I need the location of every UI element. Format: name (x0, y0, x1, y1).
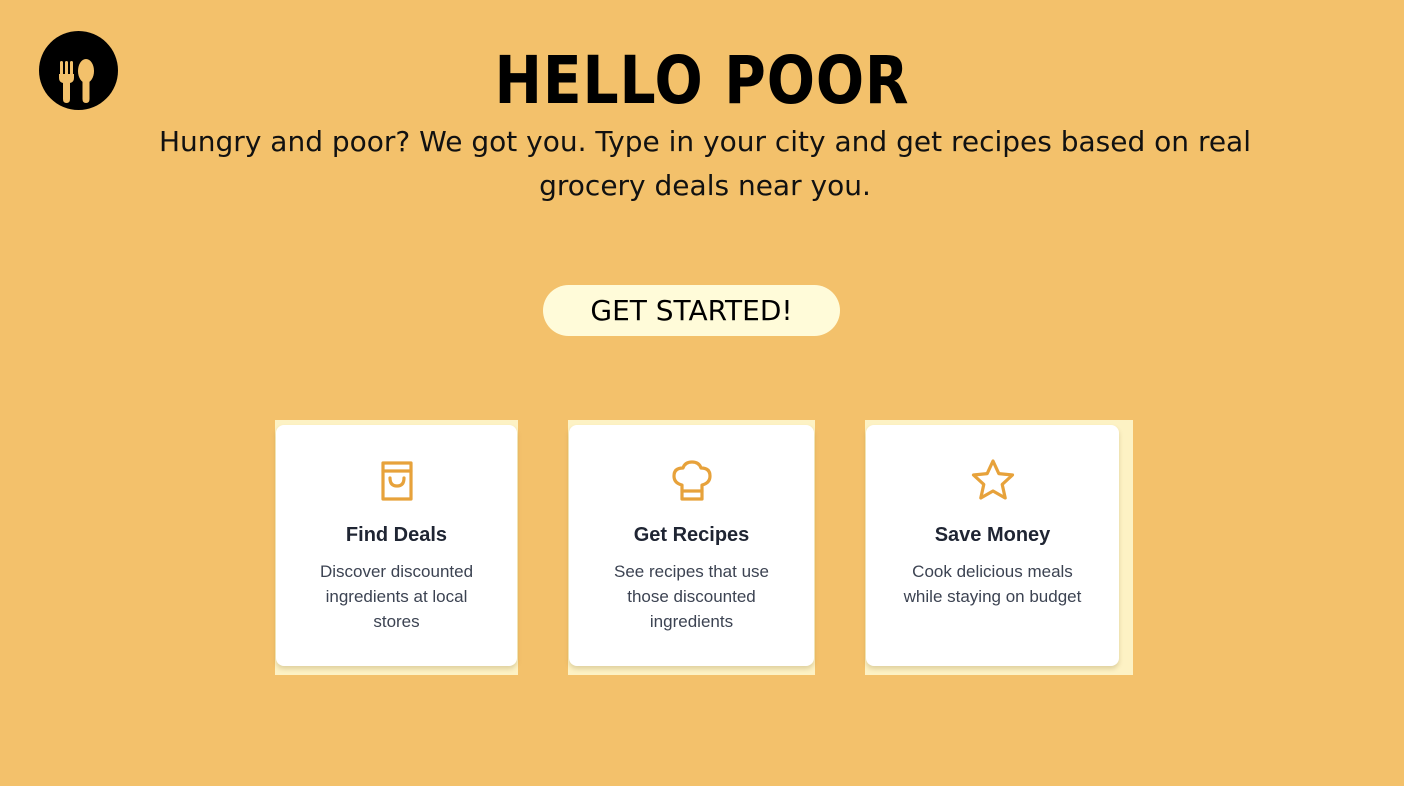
tagline-line-1: Hungry and poor? We got you. Type in you… (158, 125, 1251, 158)
feature-title: Save Money (934, 524, 1051, 546)
chef-hat-icon (671, 460, 712, 501)
tagline: Hungry and poor? We got you. Type in you… (130, 120, 1280, 208)
star-icon (971, 459, 1014, 500)
feature-description: Cook delicious meals while staying on bu… (903, 562, 1082, 606)
feature-card-save-money: Save Money Cook delicious meals while st… (866, 425, 1119, 666)
feature-card-get-recipes: Get Recipes See recipes that use those d… (569, 425, 814, 666)
feature-title: Find Deals (345, 524, 448, 546)
feature-description: See recipes that use those discounted in… (614, 562, 769, 631)
shopping-bag-icon (380, 461, 413, 501)
get-started-button[interactable]: GET STARTED! (543, 285, 840, 336)
page-title: HELLO POOR (494, 42, 910, 119)
feature-title: Get Recipes (633, 524, 750, 546)
tagline-line-2: grocery deals near you. (539, 169, 871, 202)
feature-description: Discover discounted ingredients at local… (319, 562, 474, 631)
feature-card-find-deals: Find Deals Discover discounted ingredien… (276, 425, 517, 666)
